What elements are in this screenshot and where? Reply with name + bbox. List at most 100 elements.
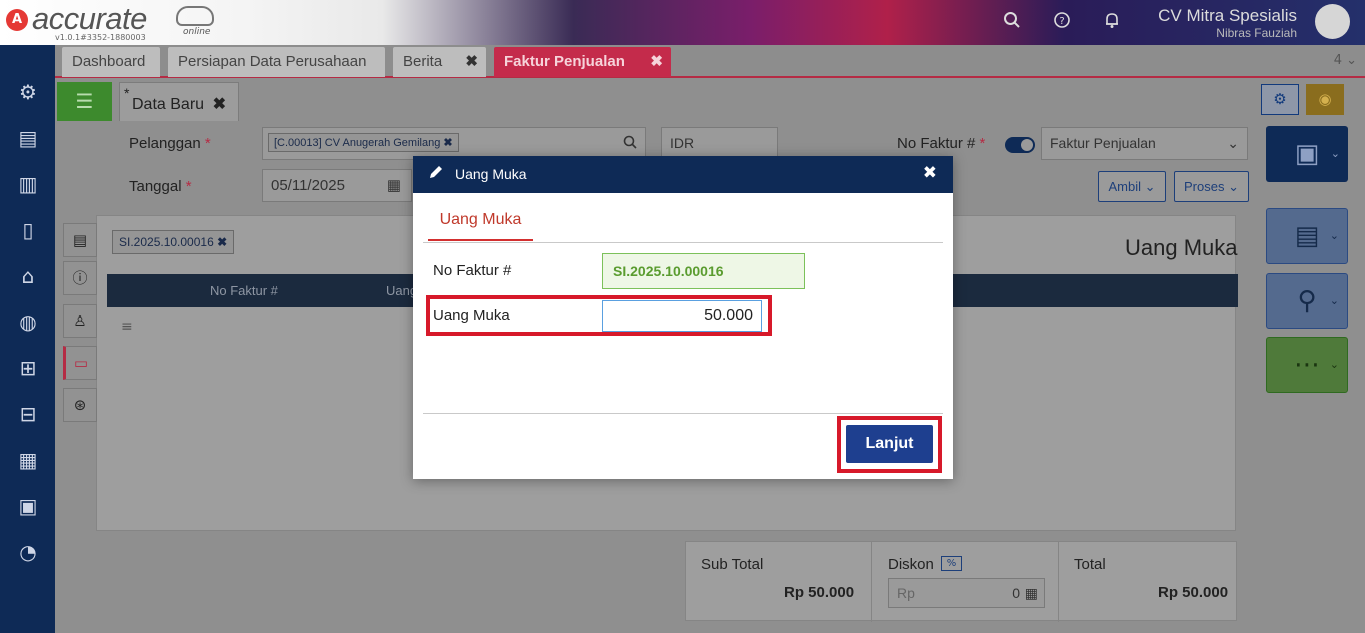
close-icon[interactable]: ✖	[465, 47, 478, 77]
avatar[interactable]	[1315, 4, 1350, 39]
hand-money-icon: ⊛	[73, 396, 87, 414]
faktur-type-select[interactable]: Faktur Penjualan ⌄	[1041, 127, 1248, 160]
document-button[interactable]: ▤ ⌄	[1266, 208, 1348, 264]
document-icon: ▤	[72, 231, 88, 249]
person-icon: ♙	[73, 312, 87, 330]
tab-dashboard[interactable]: Dashboard	[62, 47, 160, 77]
total-value: Rp 50.000	[1158, 584, 1229, 601]
briefcase-icon: ▭	[73, 354, 89, 372]
more-options-button[interactable]: ⋯ ⌄	[1266, 337, 1348, 393]
footer-divider	[423, 413, 943, 414]
module-tabs: Dashboard Persiapan Data Perusahaan Beri…	[55, 45, 1365, 78]
tips-bulb-button[interactable]: ◉	[1306, 84, 1344, 115]
sidebar: ⚙ ▤ ▥ ▯ ⌂ ◍ ⊞ ⊟ ▦ ▣ ◔	[0, 45, 55, 633]
save-icon: ▣	[1294, 139, 1320, 169]
diskon-prefix: Rp	[897, 585, 915, 601]
money-bag-icon[interactable]: ◍	[15, 309, 41, 335]
diskon-label: Diskon	[888, 556, 934, 573]
tab-label: Faktur Penjualan	[504, 53, 625, 70]
pelanggan-label: Pelanggan *	[129, 135, 211, 152]
ambil-button[interactable]: Ambil ⌄	[1098, 171, 1166, 202]
dialog-header: Uang Muka ✖	[413, 156, 953, 193]
app-logo-name: accurate	[32, 1, 147, 36]
paperclip-icon: ⚲	[1297, 286, 1317, 316]
date-field[interactable]: 05/11/2025 ▦	[262, 169, 412, 202]
tab-persiapan-data[interactable]: Persiapan Data Perusahaan	[168, 47, 385, 77]
help-icon[interactable]: ?	[1051, 11, 1073, 33]
invoice-chip[interactable]: SI.2025.10.00016 ✖	[112, 230, 235, 254]
accurate-logo-icon: A	[6, 9, 28, 31]
info-icon: ⓘ	[72, 269, 88, 287]
detail-tab-info[interactable]: ⓘ	[63, 261, 97, 295]
tanggal-label: Tanggal *	[129, 178, 192, 195]
proses-button[interactable]: Proses ⌄	[1174, 171, 1249, 202]
close-icon[interactable]: ✖	[923, 163, 937, 183]
subtotal-label: Sub Total	[701, 556, 764, 573]
search-icon[interactable]	[1001, 11, 1023, 33]
detail-tab-payment[interactable]: ⊛	[63, 388, 97, 422]
detail-tab-items[interactable]: ▤	[63, 223, 97, 257]
tab-berita[interactable]: Berita ✖	[393, 47, 486, 77]
tab-uang-muka[interactable]: Uang Muka	[428, 211, 533, 241]
calendar-icon[interactable]: ▦	[387, 170, 401, 201]
calculator-icon[interactable]: ▦	[1025, 579, 1038, 607]
uang-muka-label: Uang Muka	[433, 307, 510, 324]
tab-data-baru[interactable]: * Data Baru ✖	[119, 82, 239, 121]
user-name: Nibras Fauziah	[1216, 26, 1297, 40]
company-name: CV Mitra Spesialis	[1158, 6, 1297, 25]
doc-tab-label: Data Baru	[132, 96, 205, 113]
customer-chip: [C.00013] CV Anugerah Gemilang ✖	[268, 133, 459, 152]
uang-muka-input[interactable]: 50.000	[602, 300, 762, 332]
bell-icon[interactable]	[1101, 11, 1123, 33]
ledger-icon[interactable]: ▯	[15, 217, 41, 243]
diskon-value: 0	[1012, 585, 1020, 601]
column-no-faktur: No Faktur #	[210, 283, 278, 298]
cart-icon[interactable]: ⊞	[15, 355, 41, 381]
row-menu-icon[interactable]: ≡	[121, 319, 133, 335]
more-icon: ⋯	[1294, 350, 1320, 380]
tab-label: Persiapan Data Perusahaan	[178, 53, 367, 70]
gear-icon[interactable]: ⚙	[15, 79, 41, 105]
trolley-icon[interactable]: ⊟	[15, 401, 41, 427]
tab-count-dropdown[interactable]: 4 ⌄	[1334, 53, 1357, 68]
diskon-unit-toggle[interactable]: %	[941, 556, 962, 571]
document-icon: ▤	[1294, 221, 1320, 251]
no-faktur-label: No Faktur #	[433, 262, 512, 279]
company-info[interactable]: CV Mitra Spesialis Nibras Fauziah	[1158, 6, 1297, 40]
settings-button[interactable]: ⚙	[1261, 84, 1299, 115]
diskon-field[interactable]: Rp 0 ▦	[888, 578, 1045, 608]
search-icon[interactable]	[623, 135, 637, 152]
close-icon[interactable]: ✖	[650, 47, 663, 77]
totals-panel: Sub Total Rp 50.000 Diskon % Rp 0 ▦ Tota…	[685, 541, 1237, 622]
tax-icon[interactable]: ▣	[15, 493, 41, 519]
subtotal-value: Rp 50.000	[784, 584, 855, 601]
cloud-icon	[176, 6, 214, 26]
warehouse-icon[interactable]: ▦	[15, 447, 41, 473]
close-icon[interactable]: ✖	[213, 83, 226, 127]
app-version: v1.0.1#3352-1880003	[55, 33, 146, 42]
pencil-icon	[428, 164, 444, 184]
no-faktur-field[interactable]: SI.2025.10.00016	[602, 253, 805, 289]
cash-register-icon[interactable]: ▤	[15, 125, 41, 151]
uang-muka-dialog: Uang Muka ✖ Uang Muka No Faktur # SI.202…	[413, 156, 953, 479]
auto-number-toggle[interactable]	[1005, 137, 1035, 153]
report-chart-icon[interactable]: ◔	[15, 539, 41, 565]
no-faktur-label: No Faktur # *	[897, 135, 986, 152]
tab-label: Berita	[403, 53, 443, 70]
detail-tab-customer[interactable]: ♙	[63, 304, 97, 338]
detail-tab-down-payment[interactable]: ▭	[63, 346, 97, 380]
top-bar: A accurate online v1.0.1#3352-1880003 ? …	[0, 0, 1365, 45]
svg-text:?: ?	[1059, 16, 1064, 27]
total-label: Total	[1074, 556, 1106, 573]
building-icon[interactable]: ▥	[15, 171, 41, 197]
unsaved-marker: *	[124, 85, 130, 101]
tab-label: Dashboard	[72, 53, 146, 70]
save-button[interactable]: ▣ ⌄	[1266, 126, 1348, 182]
list-view-button[interactable]: ☰	[57, 82, 112, 121]
section-title: Uang Muka	[1125, 235, 1238, 260]
bank-icon[interactable]: ⌂	[15, 263, 41, 289]
dialog-title: Uang Muka	[455, 166, 527, 182]
attachment-button[interactable]: ⚲ ⌄	[1266, 273, 1348, 329]
tab-faktur-penjualan[interactable]: Faktur Penjualan ✖	[494, 47, 671, 77]
lanjut-button[interactable]: Lanjut	[846, 425, 933, 463]
